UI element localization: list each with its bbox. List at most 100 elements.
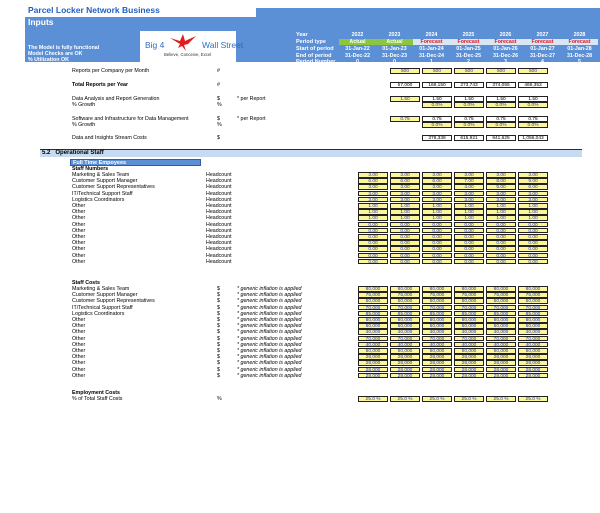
growth-input-cell[interactable]: 0.0% bbox=[422, 102, 452, 108]
employment-pct-input-cell[interactable]: 25.0 % bbox=[454, 396, 484, 402]
headcount-input-cell[interactable]: 3.00 bbox=[358, 190, 388, 197]
salary-input-cell[interactable]: 28,000 bbox=[486, 372, 516, 379]
headcount-input-cell[interactable]: 0.00 bbox=[486, 246, 516, 252]
salary-input-cell[interactable]: 70,000 bbox=[358, 304, 388, 311]
salary-input-cell[interactable]: 28,000 bbox=[390, 372, 420, 379]
salary-input-cell[interactable]: 28,000 bbox=[358, 360, 388, 366]
headcount-input-cell[interactable]: 0.00 bbox=[486, 234, 516, 240]
salary-input-cell[interactable]: 28,000 bbox=[518, 354, 548, 360]
salary-input-cell[interactable]: 70,000 bbox=[454, 304, 484, 311]
salary-input-cell[interactable]: 75,000 bbox=[422, 292, 452, 298]
headcount-input-cell[interactable]: 0.00 bbox=[358, 246, 388, 252]
headcount-input-cell[interactable]: 1.00 bbox=[390, 203, 420, 209]
salary-input-cell[interactable]: 40,000 bbox=[486, 329, 516, 335]
headcount-input-cell[interactable]: 0.00 bbox=[518, 246, 548, 252]
salary-input-cell[interactable]: 40,000 bbox=[358, 341, 388, 348]
headcount-input-cell[interactable]: 0.00 bbox=[518, 221, 548, 228]
salary-input-cell[interactable]: 28,000 bbox=[518, 360, 548, 366]
salary-input-cell[interactable]: 28,000 bbox=[486, 354, 516, 360]
salary-input-cell[interactable]: 50,000 bbox=[454, 348, 484, 354]
salary-input-cell[interactable]: 60,000 bbox=[358, 317, 388, 323]
headcount-input-cell[interactable]: 3.00 bbox=[390, 184, 420, 190]
headcount-input-cell[interactable]: 3.00 bbox=[454, 190, 484, 197]
employment-pct-input-cell[interactable]: 25.0 % bbox=[390, 396, 420, 402]
salary-input-cell[interactable]: 50,000 bbox=[518, 298, 548, 304]
headcount-input-cell[interactable]: 3.00 bbox=[422, 172, 452, 178]
salary-input-cell[interactable]: 85,000 bbox=[454, 310, 484, 317]
headcount-input-cell[interactable]: 3.00 bbox=[518, 196, 548, 203]
headcount-input-cell[interactable]: 0.00 bbox=[486, 258, 516, 265]
growth-input-cell[interactable]: 0.0% bbox=[518, 102, 548, 108]
growth-input-cell[interactable]: 0.0% bbox=[454, 102, 484, 108]
salary-input-cell[interactable]: 85,000 bbox=[390, 310, 420, 317]
headcount-input-cell[interactable]: 5.00 bbox=[486, 184, 516, 190]
salary-input-cell[interactable]: 28,000 bbox=[454, 360, 484, 366]
headcount-input-cell[interactable]: 0.00 bbox=[390, 234, 420, 240]
growth-input-cell[interactable]: 0.0% bbox=[486, 122, 516, 128]
salary-input-cell[interactable]: 75,000 bbox=[358, 292, 388, 298]
headcount-input-cell[interactable]: 3.00 bbox=[454, 196, 484, 203]
salary-input-cell[interactable]: 50,000 bbox=[358, 323, 388, 329]
salary-input-cell[interactable]: 75,000 bbox=[518, 292, 548, 298]
headcount-input-cell[interactable]: 0.00 bbox=[454, 227, 484, 234]
headcount-input-cell[interactable]: 0.00 bbox=[486, 221, 516, 228]
headcount-input-cell[interactable]: 1.00 bbox=[358, 215, 388, 221]
salary-input-cell[interactable]: 40,000 bbox=[518, 341, 548, 348]
salary-input-cell[interactable]: 50,000 bbox=[358, 348, 388, 354]
salary-input-cell[interactable]: 50,000 bbox=[486, 298, 516, 304]
input-cell[interactable]: 500 bbox=[518, 68, 548, 74]
headcount-input-cell[interactable]: 0.00 bbox=[390, 240, 420, 246]
salary-input-cell[interactable]: 80,000 bbox=[422, 286, 452, 292]
salary-input-cell[interactable]: 80,000 bbox=[486, 286, 516, 292]
headcount-input-cell[interactable]: 1.00 bbox=[518, 215, 548, 221]
headcount-input-cell[interactable]: 0.00 bbox=[358, 221, 388, 228]
growth-input-cell[interactable]: 0.0% bbox=[454, 122, 484, 128]
headcount-input-cell[interactable]: 0.00 bbox=[422, 240, 452, 246]
headcount-input-cell[interactable]: 0.00 bbox=[486, 240, 516, 246]
headcount-input-cell[interactable]: 6.00 bbox=[422, 178, 452, 184]
headcount-input-cell[interactable]: 1.00 bbox=[454, 209, 484, 215]
input-cell[interactable]: 0.75 bbox=[390, 116, 420, 122]
employment-pct-input-cell[interactable]: 25.0 % bbox=[358, 396, 388, 402]
salary-input-cell[interactable]: 50,000 bbox=[422, 348, 452, 354]
headcount-input-cell[interactable]: 1.00 bbox=[518, 203, 548, 209]
salary-input-cell[interactable]: 28,000 bbox=[486, 366, 516, 373]
headcount-input-cell[interactable]: 0.00 bbox=[390, 252, 420, 259]
headcount-input-cell[interactable]: 0.00 bbox=[454, 221, 484, 228]
salary-input-cell[interactable]: 40,000 bbox=[454, 341, 484, 348]
salary-input-cell[interactable]: 50,000 bbox=[518, 323, 548, 329]
headcount-input-cell[interactable]: 3.00 bbox=[358, 172, 388, 178]
salary-input-cell[interactable]: 28,000 bbox=[422, 360, 452, 366]
salary-input-cell[interactable]: 60,000 bbox=[454, 317, 484, 323]
salary-input-cell[interactable]: 85,000 bbox=[518, 310, 548, 317]
salary-input-cell[interactable]: 28,000 bbox=[454, 372, 484, 379]
salary-input-cell[interactable]: 85,000 bbox=[422, 310, 452, 317]
salary-input-cell[interactable]: 50,000 bbox=[422, 298, 452, 304]
salary-input-cell[interactable]: 28,000 bbox=[358, 366, 388, 373]
input-cell[interactable]: 500 bbox=[486, 68, 516, 74]
headcount-input-cell[interactable]: 9.00 bbox=[518, 178, 548, 184]
headcount-input-cell[interactable]: 1.00 bbox=[390, 215, 420, 221]
headcount-input-cell[interactable]: 0.00 bbox=[422, 252, 452, 259]
headcount-input-cell[interactable]: 1.00 bbox=[358, 209, 388, 215]
salary-input-cell[interactable]: 70,000 bbox=[486, 304, 516, 311]
headcount-input-cell[interactable]: 0.00 bbox=[518, 252, 548, 259]
headcount-input-cell[interactable]: 0.00 bbox=[422, 227, 452, 234]
salary-input-cell[interactable]: 70,000 bbox=[390, 335, 420, 342]
headcount-input-cell[interactable]: 8.00 bbox=[486, 178, 516, 184]
salary-input-cell[interactable]: 70,000 bbox=[390, 304, 420, 311]
headcount-input-cell[interactable]: 4.00 bbox=[454, 184, 484, 190]
headcount-input-cell[interactable]: 0.00 bbox=[486, 227, 516, 234]
growth-input-cell[interactable]: 0.0% bbox=[518, 122, 548, 128]
salary-input-cell[interactable]: 28,000 bbox=[358, 372, 388, 379]
salary-input-cell[interactable]: 40,000 bbox=[518, 329, 548, 335]
headcount-input-cell[interactable]: 0.00 bbox=[358, 227, 388, 234]
salary-input-cell[interactable]: 60,000 bbox=[422, 317, 452, 323]
headcount-input-cell[interactable]: 1.00 bbox=[454, 215, 484, 221]
salary-input-cell[interactable]: 28,000 bbox=[422, 354, 452, 360]
salary-input-cell[interactable]: 85,000 bbox=[486, 310, 516, 317]
input-cell[interactable]: 500 bbox=[422, 68, 452, 74]
headcount-input-cell[interactable]: 0.00 bbox=[358, 240, 388, 246]
headcount-input-cell[interactable]: 0.00 bbox=[390, 227, 420, 234]
headcount-input-cell[interactable]: 1.00 bbox=[390, 209, 420, 215]
